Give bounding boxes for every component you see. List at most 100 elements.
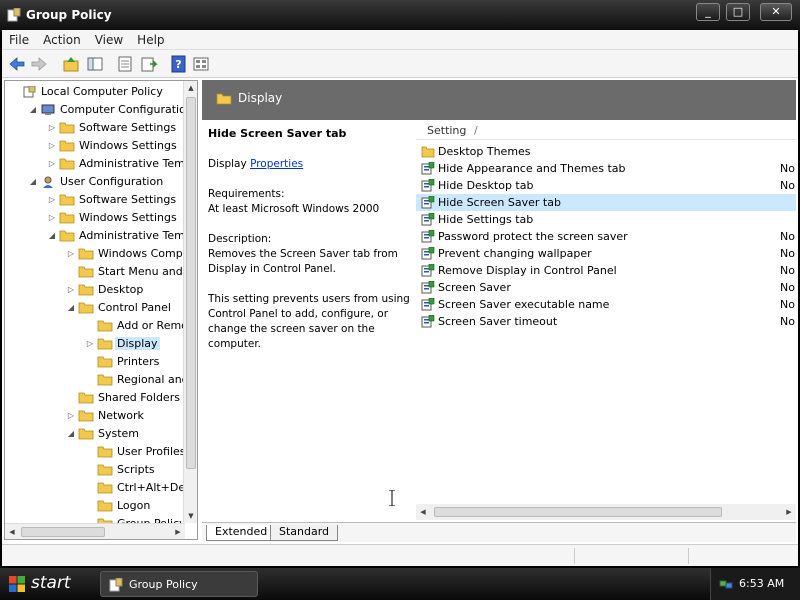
tree-item[interactable]: ▷ Software Settings: [47, 191, 178, 209]
expand-arrow-icon[interactable]: ▷: [66, 281, 76, 299]
list-item[interactable]: Hide Settings tab: [416, 211, 796, 228]
properties-icon[interactable]: [140, 55, 158, 73]
list-item[interactable]: Screen Saver timeout No: [416, 313, 796, 330]
policy-setting-icon: [421, 298, 435, 311]
expand-arrow-icon[interactable]: ▷: [47, 155, 57, 173]
expand-arrow-icon[interactable]: ▷: [47, 137, 57, 155]
view-icon[interactable]: [192, 55, 210, 73]
collapse-arrow-icon[interactable]: ◢: [28, 101, 38, 119]
tree-item[interactable]: Add or Remove: [85, 317, 185, 335]
up-folder-icon[interactable]: [62, 55, 80, 73]
column-setting[interactable]: Setting: [427, 124, 466, 137]
tree-item[interactable]: Regional and La: [85, 371, 185, 389]
close-button[interactable]: ✕: [760, 3, 792, 21]
scroll-down-arrow-icon[interactable]: ▼: [184, 509, 197, 523]
tree-item[interactable]: ▷ Display: [85, 335, 160, 353]
expand-arrow-icon[interactable]: ▷: [66, 245, 76, 263]
settings-horizontal-scrollbar[interactable]: ◀ ▶: [416, 504, 796, 520]
menu-action[interactable]: Action: [36, 30, 88, 47]
back-icon[interactable]: [8, 55, 26, 73]
expand-arrow-icon[interactable]: ▷: [47, 191, 57, 209]
tree-item-label: Shared Folders: [98, 391, 180, 404]
tree-item-label: Local Computer Policy: [41, 85, 163, 98]
scroll-up-arrow-icon[interactable]: ▲: [184, 81, 197, 95]
scroll-left-arrow-icon[interactable]: ◀: [5, 524, 19, 539]
expand-arrow-icon[interactable]: ▷: [66, 407, 76, 425]
clock[interactable]: 6:53 AM: [739, 577, 784, 590]
tree-item[interactable]: Group Policy: [85, 515, 185, 523]
tree-item[interactable]: ◢ Computer Configuration: [28, 101, 185, 119]
settings-horizontal-scroll-thumb[interactable]: [434, 507, 722, 517]
details-header: Display: [202, 80, 796, 120]
tree-vertical-scroll-thumb[interactable]: [186, 97, 196, 469]
expand-arrow-icon[interactable]: ▷: [85, 335, 95, 353]
folder-icon: [97, 338, 113, 350]
tree-item[interactable]: ◢ Administrative Templat: [47, 227, 185, 245]
tree-horizontal-scroll-thumb[interactable]: [21, 527, 105, 537]
tree-vertical-scrollbar[interactable]: ▲ ▼: [183, 81, 197, 523]
display-prefix: Display: [208, 158, 247, 170]
collapse-arrow-icon[interactable]: ◢: [28, 173, 38, 191]
show-hide-tree-icon[interactable]: [86, 55, 104, 73]
tab-standard[interactable]: Standard: [270, 525, 339, 541]
tree-item[interactable]: Start Menu and Tas: [66, 263, 185, 281]
menu-view[interactable]: View: [88, 30, 130, 47]
tree-item-label: Logon: [117, 499, 151, 512]
collapse-arrow-icon[interactable]: ◢: [66, 425, 76, 443]
tree-item[interactable]: ▷ Administrative Templat: [47, 155, 185, 173]
tree-item[interactable]: ◢ Control Panel: [66, 299, 173, 317]
minimize-button[interactable]: _: [696, 3, 720, 21]
tree-item[interactable]: ▷ Windows Settings: [47, 137, 179, 155]
tree-item[interactable]: Local Computer Policy: [9, 83, 165, 101]
taskbar-item-group-policy[interactable]: Group Policy: [100, 571, 258, 597]
scroll-right-arrow-icon[interactable]: ▶: [782, 504, 796, 520]
scroll-right-arrow-icon[interactable]: ▶: [171, 524, 185, 539]
list-item[interactable]: Hide Appearance and Themes tab No: [416, 160, 796, 177]
collapse-arrow-icon[interactable]: ◢: [66, 299, 76, 317]
list-item[interactable]: Prevent changing wallpaper No: [416, 245, 796, 262]
status-divider: [574, 548, 575, 564]
tree-item[interactable]: Logon: [85, 497, 152, 515]
policy-setting-icon: [421, 247, 435, 260]
maximize-button[interactable]: □: [726, 3, 750, 21]
list-item[interactable]: Remove Display in Control Panel No: [416, 262, 796, 279]
tree-item[interactable]: Scripts: [85, 461, 157, 479]
export-list-icon[interactable]: [116, 55, 134, 73]
tree-item-label: User Profiles: [117, 445, 185, 458]
tree-horizontal-scrollbar[interactable]: ◀ ▶: [5, 523, 185, 539]
tree-item[interactable]: Shared Folders: [66, 389, 182, 407]
description-label: Description:: [208, 233, 272, 245]
folder-icon: [78, 410, 94, 422]
expand-arrow-icon[interactable]: ▷: [47, 209, 57, 227]
help-icon[interactable]: ?: [170, 55, 188, 73]
expand-arrow-icon[interactable]: ▷: [47, 119, 57, 137]
tree-item[interactable]: ◢ System: [66, 425, 141, 443]
tree-item[interactable]: ▷ Software Settings: [47, 119, 178, 137]
forward-icon[interactable]: [30, 55, 48, 73]
list-item[interactable]: Hide Screen Saver tab: [416, 194, 796, 211]
list-item[interactable]: Desktop Themes: [416, 143, 796, 160]
menu-help[interactable]: Help: [130, 30, 171, 47]
list-item[interactable]: Screen Saver executable name No: [416, 296, 796, 313]
tree-item-label: Administrative Templat: [79, 157, 185, 170]
list-item[interactable]: Screen Saver No: [416, 279, 796, 296]
menu-file[interactable]: File: [2, 30, 36, 47]
scroll-left-arrow-icon[interactable]: ◀: [416, 504, 430, 520]
properties-link[interactable]: Properties: [250, 158, 303, 170]
tab-extended[interactable]: Extended: [206, 525, 277, 541]
tree-pane[interactable]: Local Computer Policy ◢ Computer Configura…: [4, 80, 198, 540]
list-item[interactable]: Hide Desktop tab No: [416, 177, 796, 194]
tree-item[interactable]: ▷ Desktop: [66, 281, 145, 299]
start-button[interactable]: start: [0, 568, 88, 600]
collapse-arrow-icon[interactable]: ◢: [47, 227, 57, 245]
tree-item[interactable]: ▷ Windows Compone: [66, 245, 185, 263]
tree-item[interactable]: ▷ Network: [66, 407, 146, 425]
tree-item[interactable]: User Profiles: [85, 443, 185, 461]
network-icon[interactable]: [719, 577, 733, 591]
tree-item[interactable]: ◢ User Configuration: [28, 173, 165, 191]
tree-item[interactable]: ▷ Windows Settings: [47, 209, 179, 227]
list-item[interactable]: Password protect the screen saver No: [416, 228, 796, 245]
main-area: Local Computer Policy ◢ Computer Configura…: [2, 78, 798, 544]
tree-item[interactable]: Ctrl+Alt+Del C: [85, 479, 185, 497]
tree-item[interactable]: Printers: [85, 353, 161, 371]
